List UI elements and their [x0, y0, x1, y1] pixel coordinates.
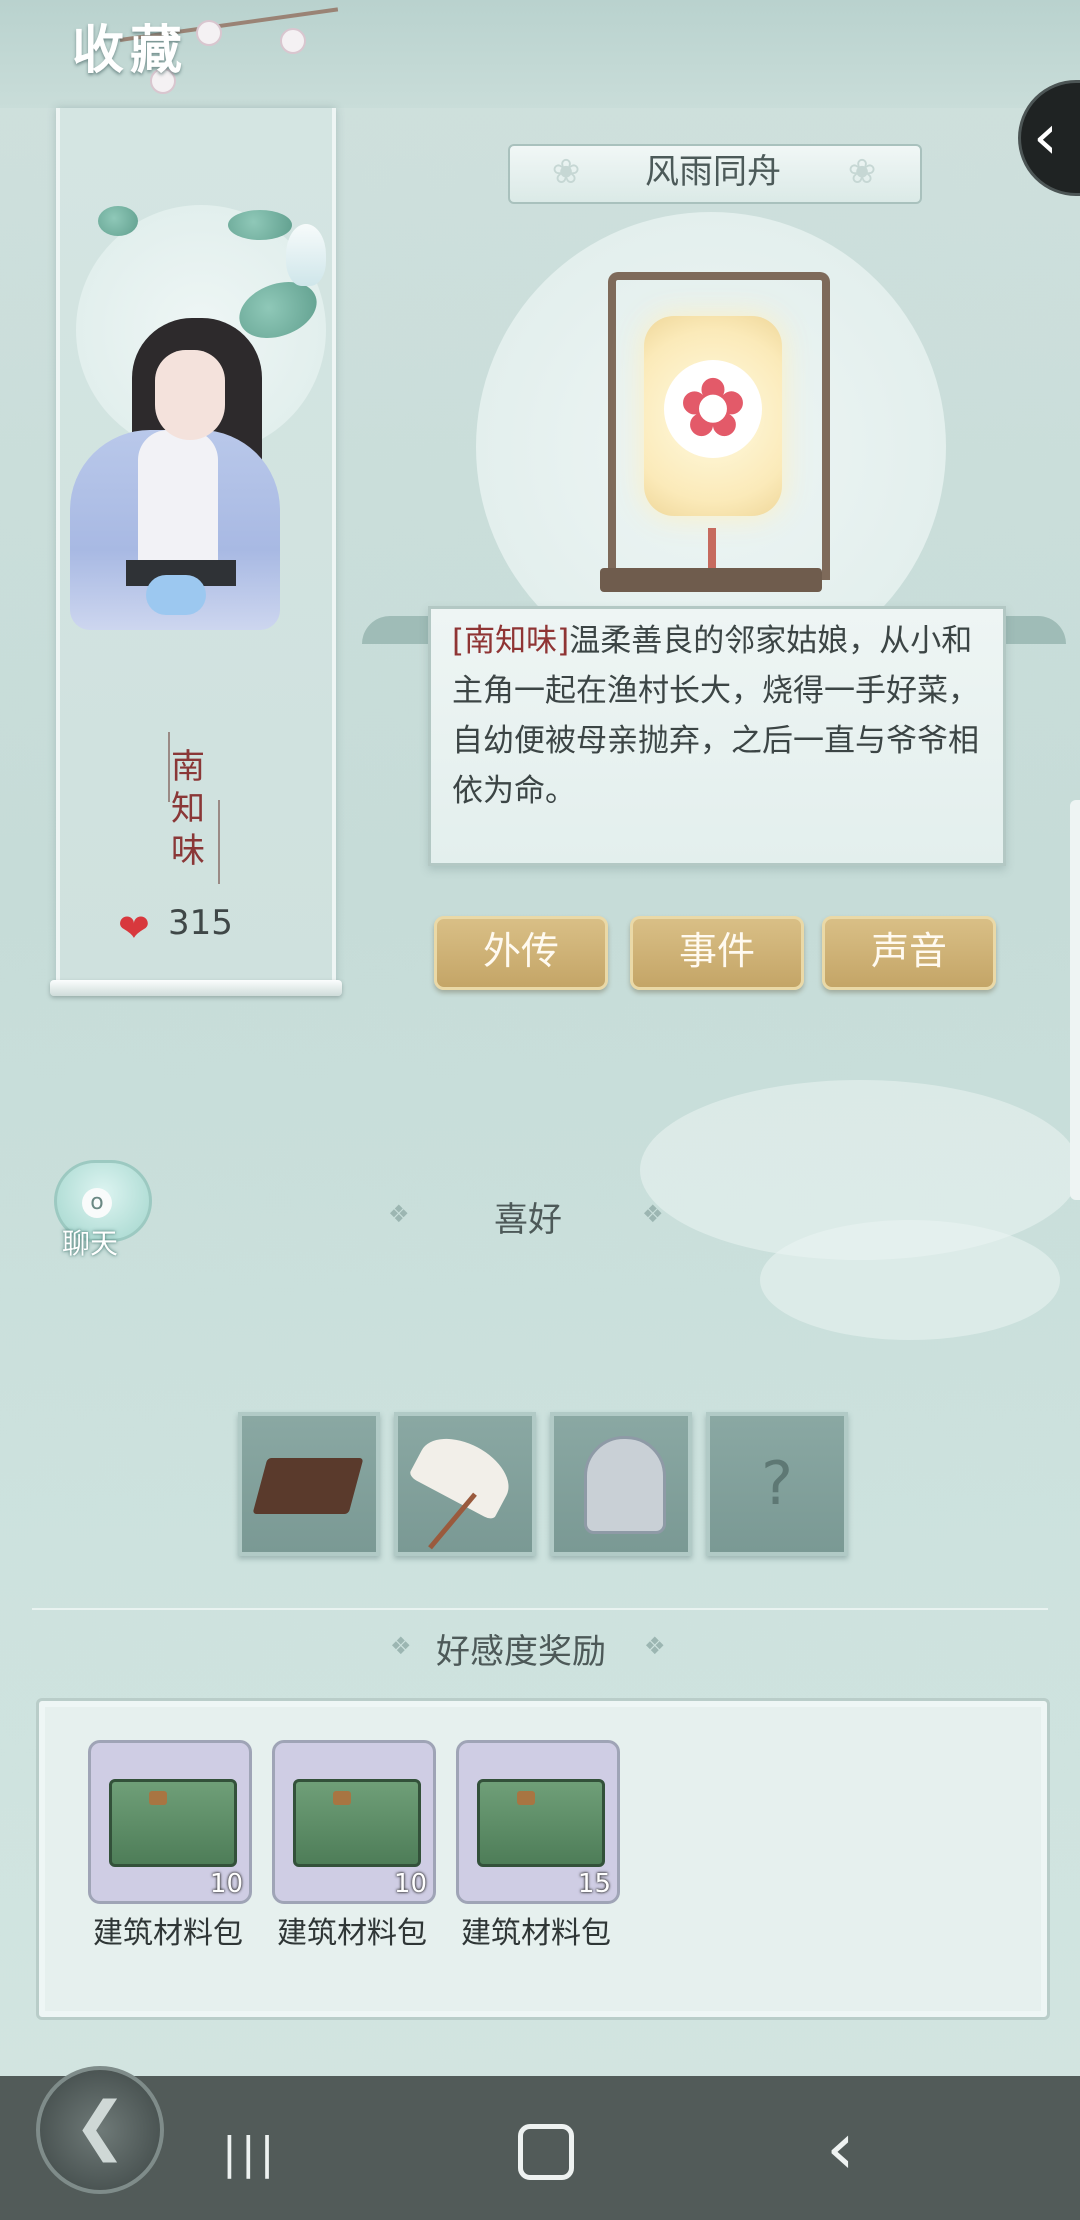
recent-apps-icon: ||| [222, 2128, 279, 2179]
sakura-emblem-icon: ✿ [664, 360, 762, 458]
diamond-ornament-icon: ❖ [388, 1200, 410, 1228]
affection-value: 315 [168, 903, 233, 943]
name-char: 知 [171, 789, 205, 829]
reward-item[interactable]: 10 [88, 1740, 252, 1904]
character-bow [146, 575, 206, 615]
name-char: 味 [171, 831, 205, 871]
crane-statue-item-icon [584, 1436, 666, 1534]
page-title: 收藏 [72, 20, 189, 81]
brown-sheets-item-icon [252, 1458, 364, 1514]
preference-slot[interactable] [394, 1412, 536, 1556]
return-arrow-icon: ❮ [73, 2089, 127, 2163]
lotus-leaf-icon [98, 206, 138, 236]
description-name-tag: [南知味] [452, 623, 570, 659]
blossom-decoration [196, 20, 222, 46]
preferences-title: 喜好 [494, 1200, 562, 1240]
section-divider [32, 1608, 1048, 1610]
events-button[interactable]: 事件 [630, 916, 804, 990]
chat-label[interactable]: 聊天 [62, 1222, 118, 1262]
chest-icon [109, 1779, 237, 1867]
biography-button[interactable]: 外传 [434, 916, 608, 990]
locked-preference-slot[interactable]: ? [706, 1412, 848, 1556]
umbrella-handle [428, 1492, 477, 1550]
lotus-leaf-icon [228, 210, 292, 240]
diamond-ornament-icon: ❖ [642, 1200, 664, 1228]
reward-item[interactable]: 10 [272, 1740, 436, 1904]
heart-icon: ❤ [118, 906, 150, 950]
mist-decoration [760, 1220, 1060, 1340]
name-line-decoration [218, 800, 220, 884]
voice-button[interactable]: 声音 [822, 916, 996, 990]
preference-slot[interactable] [238, 1412, 380, 1556]
name-char: 南 [171, 747, 205, 787]
chat-face-icon: o [82, 1188, 112, 1218]
chest-lock [333, 1791, 351, 1805]
chest-lock [517, 1791, 535, 1805]
back-chevron-icon: ‹ [826, 2106, 855, 2190]
chest-icon [293, 1779, 421, 1867]
diamond-ornament-icon: ❖ [390, 1632, 412, 1660]
blossom-decoration [280, 28, 306, 54]
home-button[interactable] [518, 2124, 574, 2180]
lotus-flower-icon [286, 224, 326, 286]
lantern-base [600, 568, 822, 592]
reward-count: 10 [393, 1869, 427, 1899]
reward-count: 10 [209, 1869, 243, 1899]
chest-icon [477, 1779, 605, 1867]
character-inner-robe [138, 430, 218, 570]
reward-item[interactable]: 15 [456, 1740, 620, 1904]
unknown-item-icon: ? [761, 1449, 793, 1519]
system-back-button[interactable]: ‹ [826, 2106, 855, 2190]
preference-slot[interactable] [550, 1412, 692, 1556]
reward-name: 建筑材料包 [461, 1916, 611, 1951]
diamond-ornament-icon: ❖ [644, 1632, 666, 1660]
character-face [155, 350, 225, 440]
character-name-vertical: 南 知 味 [168, 746, 208, 872]
scroll-rod [50, 980, 342, 996]
side-drawer-handle[interactable] [1070, 800, 1080, 1200]
chevron-left-icon: ‹ [1033, 100, 1058, 173]
rewards-title: 好感度奖励 [436, 1632, 606, 1672]
game-return-button[interactable]: ❮ [36, 2066, 164, 2194]
reward-name: 建筑材料包 [93, 1916, 243, 1951]
reward-count: 15 [577, 1869, 611, 1899]
banner-title: 风雨同舟 [645, 152, 781, 192]
reward-name: 建筑材料包 [277, 1916, 427, 1951]
chest-lock [149, 1791, 167, 1805]
character-description: [南知味]温柔善良的邻家姑娘，从小和主角一起在渔村长大，烧得一手好菜，自幼便被母… [452, 616, 988, 816]
recent-apps-button[interactable]: ||| [222, 2128, 278, 2179]
